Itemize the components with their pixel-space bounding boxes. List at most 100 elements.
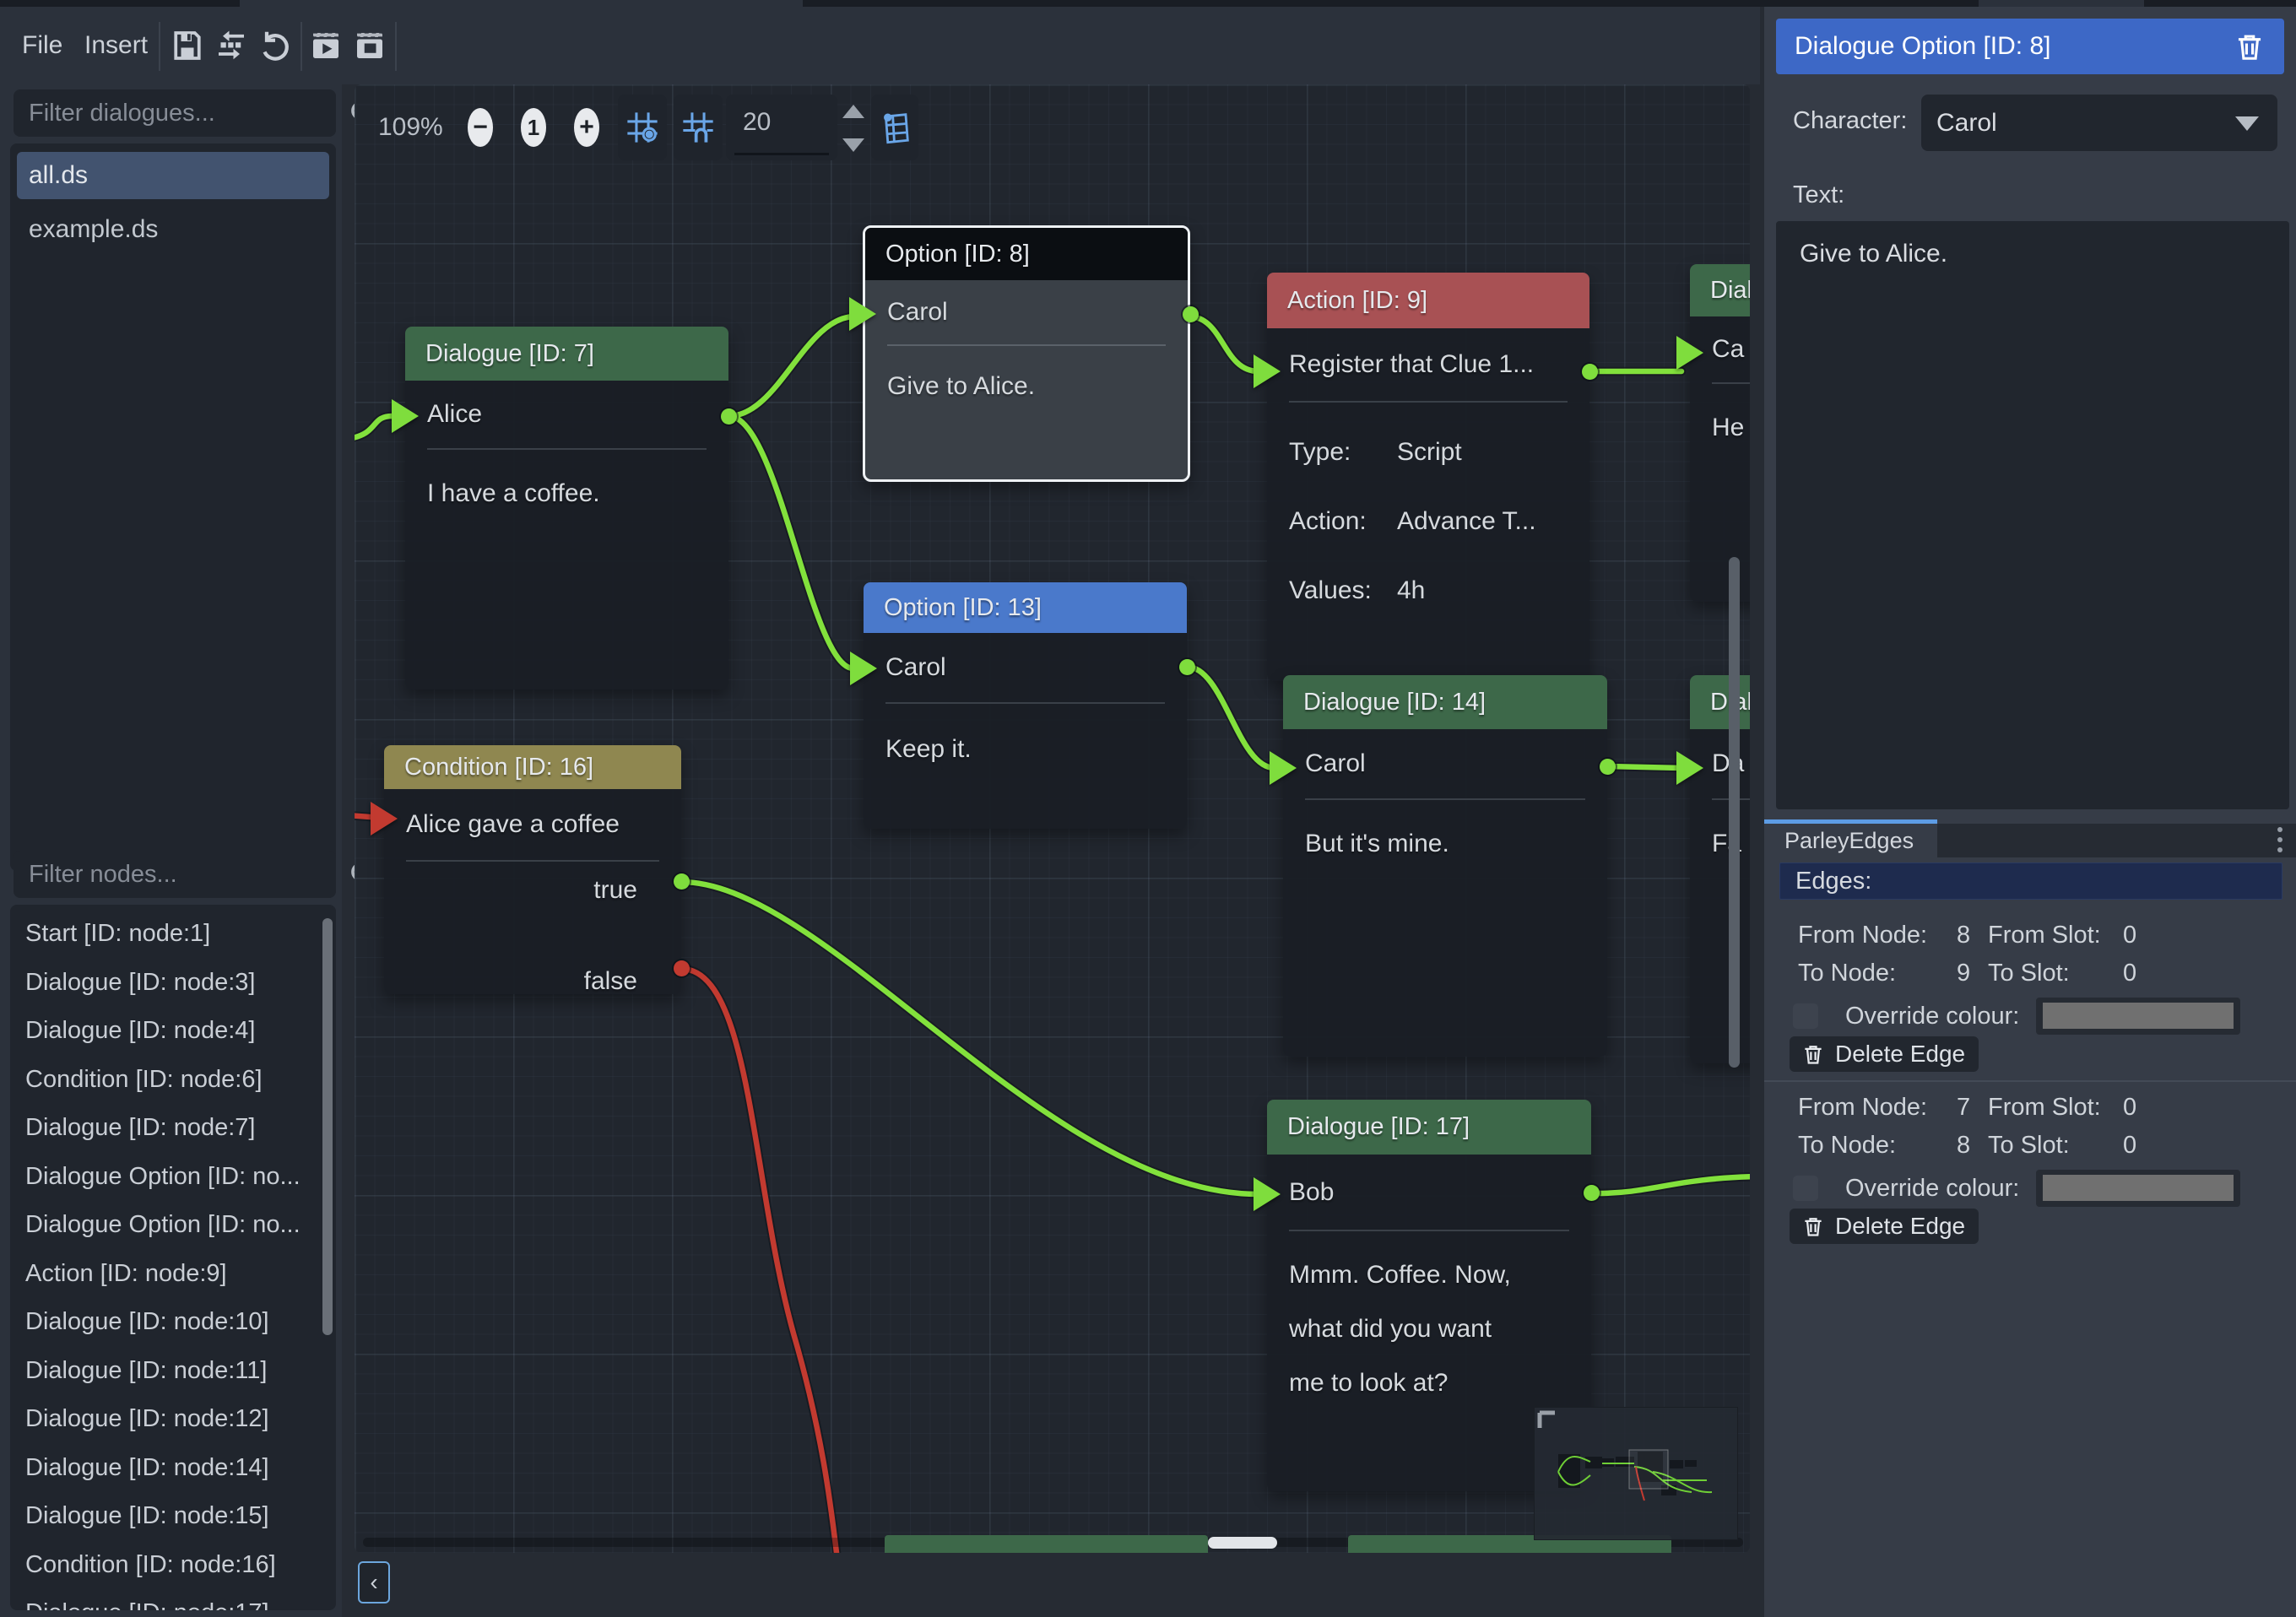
node-header[interactable]: Dial	[1690, 675, 1750, 729]
kebab-menu-icon[interactable]	[2276, 827, 2284, 856]
edge-option13-to-dialogue14[interactable]	[1187, 667, 1275, 768]
output-port[interactable]	[1179, 659, 1195, 675]
spinbox-arrows	[842, 101, 866, 155]
delete-edge-button[interactable]: Delete Edge	[1790, 1036, 1979, 1072]
edge-option8-to-action9[interactable]	[1189, 316, 1259, 371]
graph-node-option-13[interactable]: Option [ID: 13] Carol Keep it.	[864, 582, 1187, 829]
node-header[interactable]: Condition [ID: 16]	[384, 745, 681, 789]
node-list-item[interactable]: Dialogue [ID: node:15]	[10, 1492, 336, 1541]
snap-to-grid-toggle[interactable]	[618, 95, 667, 160]
node-list-item[interactable]: Dialogue [ID: node:10]	[10, 1298, 336, 1347]
output-port[interactable]	[1582, 364, 1598, 380]
vertical-scrollbar-thumb[interactable]	[1729, 557, 1740, 1068]
zoom-reset-button[interactable]: 1	[521, 108, 546, 147]
undo-icon[interactable]	[257, 27, 294, 64]
input-port[interactable]	[1676, 751, 1703, 785]
horizontal-scrollbar-thumb[interactable]	[1208, 1537, 1277, 1549]
node-list-item[interactable]: Dialogue [ID: node:11]	[10, 1347, 336, 1396]
spin-down-icon[interactable]	[842, 138, 864, 152]
collapse-sidebar-button[interactable]: ‹	[358, 1561, 390, 1603]
input-port[interactable]	[1270, 751, 1297, 785]
minimap-toggle[interactable]	[871, 95, 918, 160]
override-colour-checkbox[interactable]	[1793, 1176, 1818, 1201]
node-list: Start [ID: node:1]Dialogue [ID: node:3]D…	[10, 905, 336, 1610]
graph-canvas[interactable]: 109% − 1 + 20 Dialogue [ID:	[355, 84, 1750, 1553]
file-item-selected[interactable]: all.ds	[17, 152, 329, 199]
tab-parleyedges[interactable]: ParleyEdges	[1764, 824, 1937, 857]
play-dialogue-icon[interactable]	[307, 27, 344, 64]
edge-to-row: To Node: 9 To Slot: 0	[1798, 960, 2271, 987]
node-list-item[interactable]: Dialogue Option [ID: no...	[10, 1153, 336, 1202]
edge-dialogue7-to-option13[interactable]	[728, 416, 853, 668]
node-list-item[interactable]: Dialogue [ID: node:12]	[10, 1395, 336, 1444]
dialogue-filter-input[interactable]	[27, 99, 349, 128]
input-port[interactable]	[1254, 1177, 1281, 1211]
input-port[interactable]	[1254, 354, 1281, 388]
false-output-port[interactable]	[674, 960, 690, 976]
save-icon[interactable]	[169, 27, 206, 64]
node-list-item[interactable]: Dialogue [ID: node:3]	[10, 959, 336, 1008]
output-port[interactable]	[1584, 1185, 1600, 1201]
delete-edge-button[interactable]: Delete Edge	[1790, 1209, 1979, 1244]
node-header[interactable]: Option [ID: 13]	[864, 582, 1187, 633]
override-colour-checkbox[interactable]	[1793, 1003, 1818, 1029]
graph-node-option-8-selected[interactable]: Option [ID: 8] Carol Give to Alice.	[863, 225, 1190, 482]
file-item[interactable]: example.ds	[29, 211, 158, 248]
input-port-red[interactable]	[371, 802, 398, 836]
input-port[interactable]	[850, 652, 877, 685]
output-port[interactable]	[1183, 306, 1199, 322]
delete-node-icon[interactable]	[2234, 30, 2266, 62]
character-dropdown[interactable]: Carol	[1921, 95, 2277, 151]
zoom-out-button[interactable]: −	[468, 108, 493, 147]
snap-distance-toggle[interactable]	[674, 95, 723, 160]
output-port[interactable]	[721, 408, 737, 425]
colour-swatch[interactable]	[2036, 998, 2240, 1035]
node-list-item[interactable]: Dialogue Option [ID: no...	[10, 1201, 336, 1250]
node-header[interactable]: Dialogue [ID: 17]	[1267, 1100, 1591, 1155]
edge-condition16-true-to-dialogue17[interactable]	[681, 882, 1259, 1194]
editor-top-strip	[0, 0, 2296, 7]
snap-distance-spinbox[interactable]: 20	[726, 95, 837, 160]
menu-insert[interactable]: Insert	[74, 7, 158, 84]
text-field[interactable]: Give to Alice.	[1776, 221, 2289, 809]
true-output-port[interactable]	[674, 873, 690, 890]
node-list-scrollbar[interactable]	[322, 918, 333, 1335]
edge-dialogue14-to-dialogue15[interactable]	[1607, 766, 1681, 768]
minimap-viewport[interactable]	[1629, 1450, 1668, 1489]
node-header[interactable]: Dial	[1690, 264, 1750, 316]
node-list-item[interactable]: Dialogue [ID: node:4]	[10, 1007, 336, 1056]
graph-node-dialogue-7[interactable]: Dialogue [ID: 7] Alice I have a coffee.	[405, 327, 728, 690]
graph-node-action-9[interactable]: Action [ID: 9] Register that Clue 1... T…	[1267, 273, 1589, 681]
graph-node-dialogue-14[interactable]: Dialogue [ID: 14] Carol But it's mine.	[1283, 675, 1607, 1057]
node-list-item[interactable]: Condition [ID: node:6]	[10, 1056, 336, 1105]
menu-file[interactable]: File	[12, 7, 73, 84]
edge-dialogue17-out[interactable]	[1596, 1176, 1750, 1193]
input-port[interactable]	[392, 399, 419, 433]
node-filter-input[interactable]	[27, 860, 349, 890]
zoom-in-button[interactable]: +	[574, 108, 599, 147]
node-list-item[interactable]: Dialogue [ID: node:14]	[10, 1444, 336, 1493]
output-port[interactable]	[1600, 759, 1616, 775]
edge-condition16-false[interactable]	[681, 969, 837, 1553]
node-list-item[interactable]: Condition [ID: node:16]	[10, 1541, 336, 1590]
input-port[interactable]	[1676, 336, 1703, 370]
node-header[interactable]: Dialogue [ID: 7]	[405, 327, 728, 381]
spin-up-icon[interactable]	[842, 105, 864, 118]
node-list-item[interactable]: Action [ID: node:9]	[10, 1250, 336, 1299]
graph-node-dialogue-clipped-mid[interactable]: Dial Da Fa	[1690, 675, 1750, 1063]
node-list-item[interactable]: Dialogue [ID: node:7]	[10, 1104, 336, 1153]
import-export-icon[interactable]	[213, 27, 250, 64]
new-scene-icon[interactable]	[351, 27, 388, 64]
node-list-item[interactable]: Start [ID: node:1]	[10, 910, 336, 959]
node-header[interactable]: Dialogue [ID: 14]	[1283, 675, 1607, 729]
graph-minimap[interactable]	[1534, 1407, 1738, 1540]
node-header[interactable]: Action [ID: 9]	[1267, 273, 1589, 328]
node-list-item[interactable]: Dialogue [ID: node:17]	[10, 1589, 336, 1610]
edge-dialogue7-to-option8[interactable]	[728, 316, 855, 416]
graph-node-clipped-bottom[interactable]	[885, 1535, 1208, 1553]
input-port[interactable]	[849, 297, 876, 331]
graph-node-dialogue-clipped-top[interactable]: Dial Ca He	[1690, 264, 1750, 602]
graph-node-condition-16[interactable]: Condition [ID: 16] Alice gave a coffee t…	[384, 745, 681, 994]
colour-swatch[interactable]	[2036, 1170, 2240, 1207]
node-header[interactable]: Option [ID: 8]	[865, 228, 1188, 280]
